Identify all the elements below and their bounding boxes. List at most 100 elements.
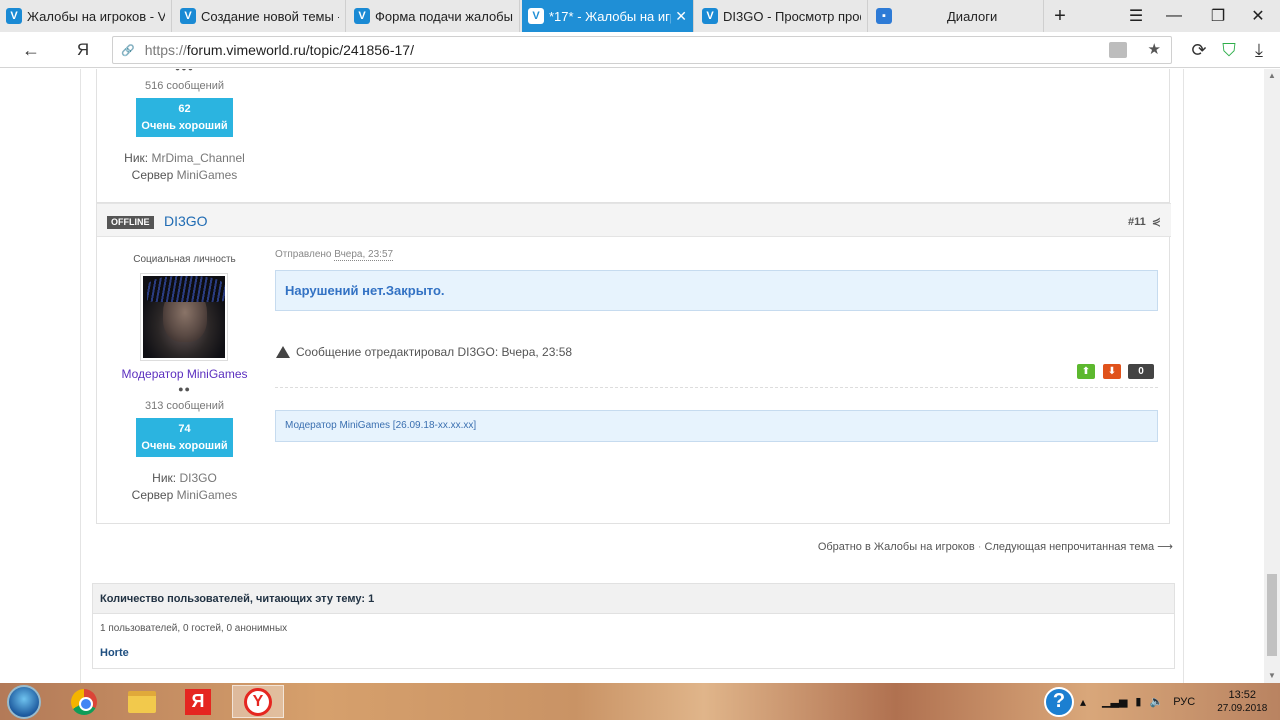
post-11: OFFLINE DI3GO #11 ⋞ Социальная личность … bbox=[96, 202, 1171, 524]
topic-viewers: Количество пользователей, читающих эту т… bbox=[92, 583, 1175, 669]
tab-title: *17* - Жалобы на игро bbox=[549, 8, 672, 24]
lock-icon[interactable] bbox=[1109, 42, 1127, 58]
tab-complaints[interactable]: V Жалобы на игроков - Vin bbox=[0, 0, 172, 32]
clock-time: 13:52 bbox=[1228, 688, 1257, 701]
sent-label: Отправлено bbox=[275, 249, 332, 260]
share-icon[interactable]: ⋞ bbox=[1152, 216, 1161, 228]
nick-label: Ник: bbox=[152, 471, 177, 485]
vote-up-button[interactable]: ⬆ bbox=[1077, 364, 1095, 379]
reputation-badge: 74 Очень хороший bbox=[136, 418, 233, 457]
taskbar-yandex[interactable]: Я bbox=[176, 685, 220, 718]
address-bar: ← Я 🔗 https://forum.vimeworld.ru/topic/2… bbox=[0, 32, 1280, 68]
tab-profile[interactable]: V DI3GO - Просмотр проф bbox=[696, 0, 868, 32]
downloads-icon[interactable]: ⤓ bbox=[1246, 37, 1272, 63]
language-indicator[interactable]: РУС bbox=[1173, 696, 1195, 708]
tray-arrow-icon[interactable]: ▴ bbox=[1080, 695, 1086, 709]
viewer-user-link[interactable]: Horte bbox=[93, 642, 1174, 668]
edit-note: Сообщение отредактировал DI3GO: Вчера, 2… bbox=[276, 345, 572, 359]
viewers-heading: Количество пользователей, читающих эту т… bbox=[93, 584, 1174, 614]
tab-title: Диалоги bbox=[947, 8, 998, 24]
vimeworld-favicon: V bbox=[6, 8, 22, 24]
start-button[interactable] bbox=[2, 684, 46, 719]
tab-dialogs[interactable]: ▪ Диалоги bbox=[870, 0, 1044, 32]
post-author-link[interactable]: DI3GO bbox=[164, 213, 208, 229]
tab-create-topic[interactable]: V Создание новой темы - V bbox=[174, 0, 346, 32]
reputation-label: Очень хороший bbox=[141, 120, 228, 132]
protect-shield-icon[interactable]: ⛉ bbox=[1216, 37, 1242, 63]
menu-icon[interactable]: ☰ bbox=[1118, 0, 1154, 32]
tab-current-topic[interactable]: V *17* - Жалобы на игро ✕ bbox=[522, 0, 694, 32]
vimeworld-favicon: V bbox=[354, 8, 370, 24]
server-value: MiniGames bbox=[176, 488, 238, 502]
viewers-summary: 1 пользователей, 0 гостей, 0 анонимных bbox=[100, 623, 288, 634]
battery-icon[interactable]: ▮ bbox=[1135, 695, 1141, 708]
restore-icon[interactable]: ❐ bbox=[1200, 0, 1236, 32]
rank-dots: ●● bbox=[178, 384, 191, 394]
post-header: OFFLINE DI3GO #11 ⋞ bbox=[97, 203, 1171, 237]
new-tab-button[interactable]: + bbox=[1042, 0, 1078, 32]
nick-line: Ник: DI3GO bbox=[97, 471, 272, 485]
url-input[interactable]: 🔗 https://forum.vimeworld.ru/topic/24185… bbox=[112, 36, 1172, 64]
vimeworld-favicon: V bbox=[528, 8, 544, 24]
avatar-image bbox=[143, 276, 225, 358]
topic-navigation: Обратно в Жалобы на игроков · Следующая … bbox=[818, 540, 1173, 553]
network-icon[interactable]: ▁▃▅ bbox=[1102, 695, 1127, 708]
system-tray: ? ▴ ▁▃▅ ▮ 🔈 РУС 13:52 27.09.2018 bbox=[1044, 683, 1267, 720]
post-number: #11 bbox=[1127, 216, 1146, 228]
site-info-icon[interactable]: 🔗 bbox=[121, 44, 135, 57]
taskbar-explorer[interactable] bbox=[120, 685, 164, 718]
close-window-icon[interactable]: ✕ bbox=[1240, 0, 1276, 32]
scroll-down-icon[interactable]: ▼ bbox=[1264, 669, 1280, 683]
vote-count: 0 bbox=[1128, 364, 1154, 379]
page-content: ●●● 516 сообщений 62 Очень хороший Ник: … bbox=[0, 69, 1264, 683]
reputation-label: Очень хороший bbox=[141, 440, 228, 452]
bookmark-star-icon[interactable]: ★ bbox=[1148, 40, 1161, 58]
post-number-link[interactable]: #11 ⋞ bbox=[1128, 215, 1161, 228]
prev-author-info: ●●● 516 сообщений 62 Очень хороший Ник: … bbox=[97, 69, 272, 182]
post-date: Отправлено Вчера, 23:57 bbox=[275, 249, 394, 261]
next-unread-link[interactable]: Следующая непрочитанная тема bbox=[985, 541, 1155, 553]
yandex-logo-icon[interactable]: Я bbox=[70, 37, 96, 63]
vote-down-button[interactable]: ⬇ bbox=[1103, 364, 1121, 379]
nick-line: Ник: MrDima_Channel bbox=[97, 151, 272, 165]
forum-wrapper: ●●● 516 сообщений 62 Очень хороший Ник: … bbox=[80, 69, 1184, 683]
sent-time: Вчера, 23:57 bbox=[334, 249, 394, 261]
clock[interactable]: 13:52 27.09.2018 bbox=[1217, 688, 1267, 716]
scroll-up-icon[interactable]: ▲ bbox=[1264, 69, 1280, 83]
vimeworld-favicon: V bbox=[702, 8, 718, 24]
back-arrow-icon[interactable]: ← bbox=[18, 37, 44, 63]
vimeworld-favicon: V bbox=[180, 8, 196, 24]
scrollbar-thumb[interactable] bbox=[1267, 574, 1277, 656]
page-scrollbar[interactable]: ▲ ▼ bbox=[1264, 69, 1280, 683]
author-title: Социальная личность bbox=[133, 254, 236, 265]
avatar[interactable] bbox=[140, 273, 228, 361]
signature: Модератор MiniGames [26.09.18-xx.xx.xx] bbox=[275, 410, 1158, 442]
tab-title: DI3GO - Просмотр проф bbox=[723, 8, 861, 24]
author-group: Модератор MiniGames bbox=[121, 367, 248, 381]
speaker-icon[interactable]: 🔈 bbox=[1149, 695, 1163, 708]
post-count: 313 сообщений bbox=[145, 400, 224, 412]
sync-icon[interactable]: ⟳ bbox=[1186, 37, 1212, 63]
windows-logo-icon bbox=[7, 684, 41, 719]
taskbar-yandex-browser[interactable]: Y bbox=[232, 685, 284, 718]
status-badge: OFFLINE bbox=[107, 216, 154, 229]
divider bbox=[275, 387, 1158, 388]
arrow-right-icon: ⟶ bbox=[1157, 541, 1173, 553]
reputation-value: 74 bbox=[178, 423, 191, 435]
server-value: MiniGames bbox=[176, 168, 238, 182]
server-line: Сервер MiniGames bbox=[97, 488, 272, 502]
reputation-value: 62 bbox=[178, 103, 191, 115]
close-tab-icon[interactable]: ✕ bbox=[675, 8, 687, 25]
help-icon[interactable]: ? bbox=[1044, 686, 1074, 717]
author-info: Социальная личность bbox=[97, 254, 272, 265]
tab-title: Жалобы на игроков - Vin bbox=[27, 8, 165, 24]
rank-dots: ●●● bbox=[97, 69, 272, 73]
taskbar-chrome[interactable] bbox=[62, 685, 106, 718]
yandex-browser-icon: Y bbox=[244, 687, 272, 716]
server-label: Сервер bbox=[131, 168, 174, 182]
tab-complaint-form[interactable]: V Форма подачи жалобы на bbox=[348, 0, 520, 32]
back-to-forum-link[interactable]: Обратно в Жалобы на игроков bbox=[818, 541, 975, 553]
minimize-icon[interactable]: — bbox=[1156, 0, 1192, 32]
tab-bar: V Жалобы на игроков - Vin V Создание нов… bbox=[0, 0, 1280, 32]
tab-title: Форма подачи жалобы на bbox=[375, 8, 513, 24]
